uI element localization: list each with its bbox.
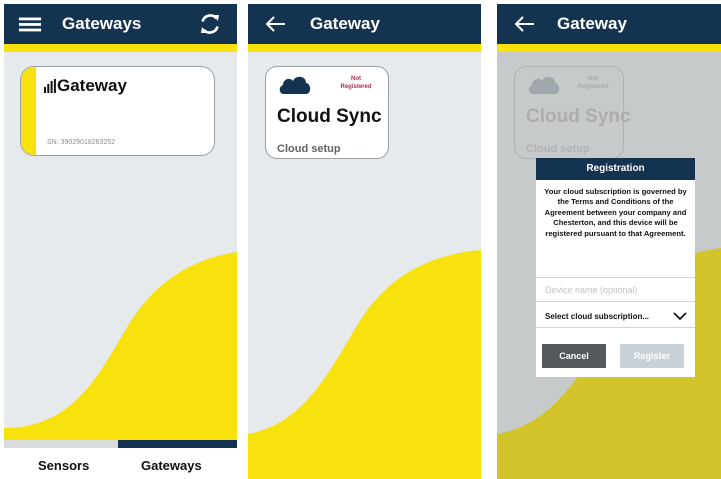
accent-strip	[248, 44, 481, 52]
gateways-screen: Gateways Gateway SN: 39029018263252 Sens…	[4, 4, 237, 479]
device-name-input[interactable]: Device name (optional)	[536, 277, 695, 302]
menu-icon[interactable]	[18, 12, 42, 36]
top-app-bar: Gateway	[497, 4, 721, 44]
card-status-stripe	[21, 67, 36, 155]
accent-strip	[4, 44, 237, 52]
gateway-serial: SN: 39029018263252	[47, 139, 116, 146]
subscription-select-label: Select cloud subscription...	[545, 312, 650, 321]
tab-indicator	[4, 440, 237, 448]
tab-sensors[interactable]: Sensors	[38, 458, 89, 473]
gateway-detail-screen: Gateway Not Registered Cloud Sync Cloud …	[248, 4, 481, 479]
accent-strip	[497, 44, 721, 52]
cloud-setup-label: Cloud setup	[277, 143, 341, 155]
cloud-sync-card[interactable]: Not Registered Cloud Sync Cloud setup	[265, 66, 389, 159]
register-button[interactable]: Register	[620, 344, 684, 368]
page-title: Gateway	[310, 14, 380, 33]
refresh-icon[interactable]	[198, 12, 222, 36]
terms-text: Your cloud subscription is governed by t…	[544, 187, 687, 238]
top-app-bar: Gateways	[4, 4, 237, 44]
registration-screen: Gateway Not Registered Cloud Sync Cloud …	[497, 4, 721, 479]
cloud-sync-title: Cloud Sync	[277, 106, 382, 127]
back-arrow-icon[interactable]	[264, 12, 288, 36]
page-title: Gateways	[62, 14, 142, 33]
chevron-down-icon	[673, 312, 687, 321]
tab-gateways[interactable]: Gateways	[141, 458, 202, 473]
cloud-icon	[279, 76, 311, 94]
top-app-bar: Gateway	[248, 4, 481, 44]
page-title: Gateway	[557, 14, 627, 33]
registration-dialog: Registration Your cloud subscription is …	[536, 158, 695, 377]
gateway-card[interactable]: Gateway SN: 39029018263252	[20, 66, 215, 156]
gateway-name: Gateway	[57, 76, 127, 95]
cancel-button[interactable]: Cancel	[542, 344, 606, 368]
subscription-select[interactable]: Select cloud subscription...	[536, 306, 695, 328]
registration-status-badge: Not Registered	[340, 76, 372, 90]
dialog-title: Registration	[536, 158, 695, 180]
signal-icon	[44, 79, 56, 93]
bottom-tab-bar: Sensors Gateways	[4, 448, 237, 479]
back-arrow-icon[interactable]	[513, 12, 537, 36]
